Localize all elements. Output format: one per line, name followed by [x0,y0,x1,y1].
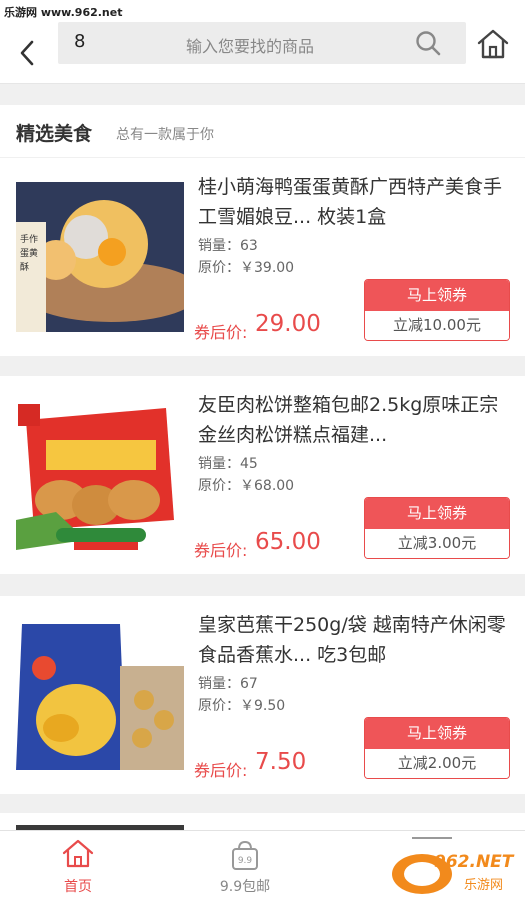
get-coupon-button[interactable]: 马上领券 立减3.00元 [364,497,510,559]
status-bar: 乐游网 www.962.net [0,0,525,22]
after-coupon-price: 29.00 [255,311,321,337]
after-coupon-label: 券后价: [194,761,248,780]
product-original-price: 原价：￥39.00 [198,260,295,276]
product-image[interactable]: 手作 蛋黄 酥 [16,182,184,332]
after-coupon-label: 券后价: [194,323,248,342]
after-coupon-price: 7.50 [255,749,307,775]
search-icon[interactable] [414,29,442,57]
product-name[interactable]: 皇家芭蕉干250g/袋 越南特产休闲零食品香蕉水... 吃3包邮 [198,610,510,670]
svg-text:蛋黄: 蛋黄 [20,247,38,259]
watermark-site-name: 乐游网 [464,878,504,893]
svg-text:9.9: 9.9 [238,856,253,866]
get-coupon-button[interactable]: 马上领券 立减10.00元 [364,279,510,341]
product-card[interactable]: 手作 蛋黄 酥 桂小萌海鸭蛋蛋黄酥广西特产美食手工雪媚娘豆... 枚装1盒 销量… [0,158,525,356]
product-original-price: 原价：￥68.00 [198,478,295,494]
get-coupon-button[interactable]: 马上领券 立减2.00元 [364,717,510,779]
tab-third-partial[interactable] [412,837,452,847]
coupon-value: 立减10.00元 [365,311,509,340]
bag-icon: 9.9 [232,840,258,870]
after-coupon-price: 65.00 [255,529,321,555]
search-input[interactable]: 8 输入您要找的商品 [58,22,466,64]
watermark-logo: 962.NET 乐游网 [388,848,522,896]
tab-home[interactable]: 首页 [28,831,128,900]
product-image[interactable] [16,620,184,770]
coupon-title: 马上领券 [365,280,509,311]
home-icon [62,839,94,868]
back-button[interactable] [12,36,46,70]
product-card[interactable]: 友臣肉松饼整箱包邮2.5kg原味正宗金丝肉松饼糕点福建... 销量：45 原价：… [0,376,525,574]
product-card[interactable]: 皇家芭蕉干250g/袋 越南特产休闲零食品香蕉水... 吃3包邮 销量：67 原… [0,596,525,794]
product-name[interactable]: 友臣肉松饼整箱包邮2.5kg原味正宗金丝肉松饼糕点福建... [198,390,510,450]
after-coupon-label: 券后价: [194,541,248,560]
svg-text:手作: 手作 [20,233,38,245]
section-title: 精选美食 [16,123,93,145]
coupon-title: 马上领券 [365,498,509,529]
search-query[interactable]: 8 [74,31,85,52]
chevron-left-icon [20,40,34,66]
tab-9-9-label: 9.9包邮 [219,879,271,895]
product-original-price: 原价：￥9.50 [198,698,286,714]
svg-text:酥: 酥 [20,262,29,273]
product-sales: 销量：67 [198,676,258,692]
home-button[interactable] [476,28,510,60]
product-image[interactable] [16,400,184,550]
top-bar: 8 输入您要找的商品 [0,22,525,84]
product-sales: 销量：63 [198,238,258,254]
search-placeholder: 输入您要找的商品 [186,37,315,56]
product-name[interactable]: 桂小萌海鸭蛋蛋黄酥广西特产美食手工雪媚娘豆... 枚装1盒 [198,172,510,232]
tab-home-label: 首页 [64,879,92,895]
tab-9-9-free-shipping[interactable]: 9.9 9.9包邮 [195,831,295,900]
section-subtitle: 总有一款属于你 [116,127,214,143]
watermark-logo-text: 962.NET [434,852,514,872]
product-sales: 销量：45 [198,456,258,472]
home-icon [477,29,509,59]
coupon-value: 立减2.00元 [365,749,509,778]
top-watermark: 乐游网 www.962.net [4,6,123,19]
section-header: 精选美食 总有一款属于你 [0,105,525,157]
coupon-title: 马上领券 [365,718,509,749]
coupon-value: 立减3.00元 [365,529,509,558]
